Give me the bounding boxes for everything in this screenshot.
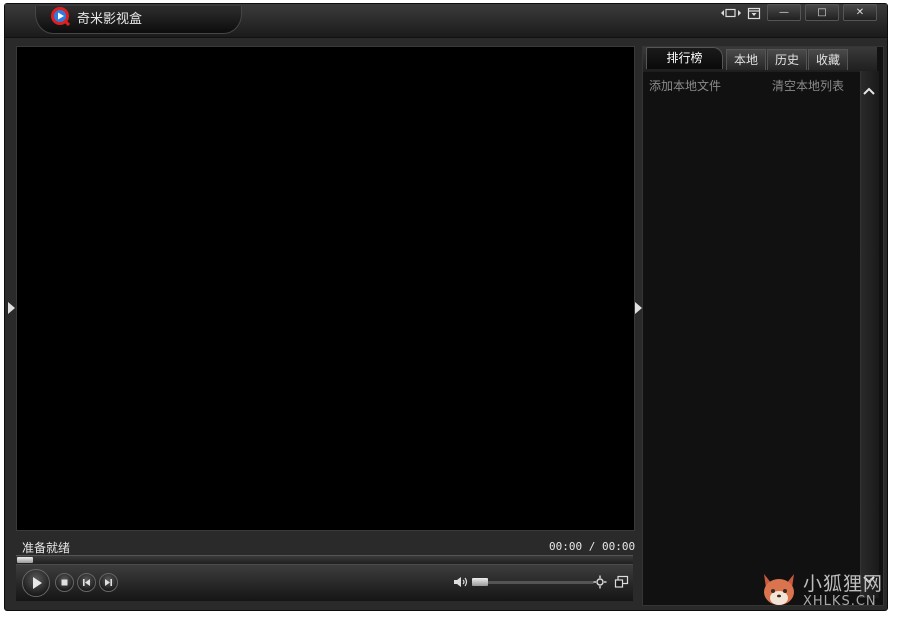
app-title: 奇米影视盒 (77, 12, 143, 27)
seek-thumb[interactable] (17, 557, 33, 563)
volume-slider[interactable] (474, 581, 594, 584)
settings-icon[interactable] (593, 575, 607, 589)
skin-button[interactable] (746, 7, 762, 24)
status-text: 准备就绪 (22, 541, 71, 555)
tab-favorites[interactable]: 收藏 (808, 49, 848, 70)
time-display: 00:00 / 00:00 (549, 540, 636, 553)
playlist-panel (642, 46, 884, 606)
skin-icon (747, 7, 761, 20)
scroll-up-icon[interactable] (862, 86, 876, 96)
play-icon (33, 577, 42, 589)
tab-ranking[interactable]: 排行榜 (646, 47, 723, 69)
watermark-cn-text: 小狐狸网 (803, 573, 884, 595)
stop-icon (61, 579, 68, 586)
previous-button[interactable] (77, 573, 96, 592)
fox-logo-icon (764, 574, 794, 605)
mini-mode-button[interactable] (720, 7, 742, 24)
tab-local[interactable]: 本地 (726, 49, 766, 70)
volume-thumb[interactable] (472, 578, 488, 586)
mini-mode-icon (721, 8, 741, 18)
add-local-file-link[interactable]: 添加本地文件 (649, 77, 721, 94)
next-icon (105, 579, 112, 586)
minimize-button[interactable]: — (767, 4, 801, 21)
qvod-logo-icon (51, 7, 70, 26)
maximize-button[interactable]: □ (805, 4, 839, 21)
playlist-scrollbar[interactable] (860, 71, 879, 598)
watermark-en-text: XHLKS.CN (803, 594, 877, 609)
clear-local-list-link[interactable]: 清空本地列表 (772, 77, 844, 94)
stop-button[interactable] (55, 573, 74, 592)
close-button[interactable]: ✕ (843, 4, 877, 21)
fullscreen-icon[interactable] (614, 575, 629, 589)
play-button[interactable] (22, 569, 50, 597)
tab-history[interactable]: 历史 (767, 49, 807, 70)
panel-toggle-arrow-icon[interactable] (635, 302, 642, 314)
video-area[interactable] (16, 46, 635, 531)
next-button[interactable] (99, 573, 118, 592)
volume-icon[interactable] (453, 576, 469, 588)
left-toggle-arrow-icon[interactable] (8, 302, 15, 314)
previous-icon (83, 579, 90, 586)
seek-bar[interactable] (16, 555, 633, 564)
